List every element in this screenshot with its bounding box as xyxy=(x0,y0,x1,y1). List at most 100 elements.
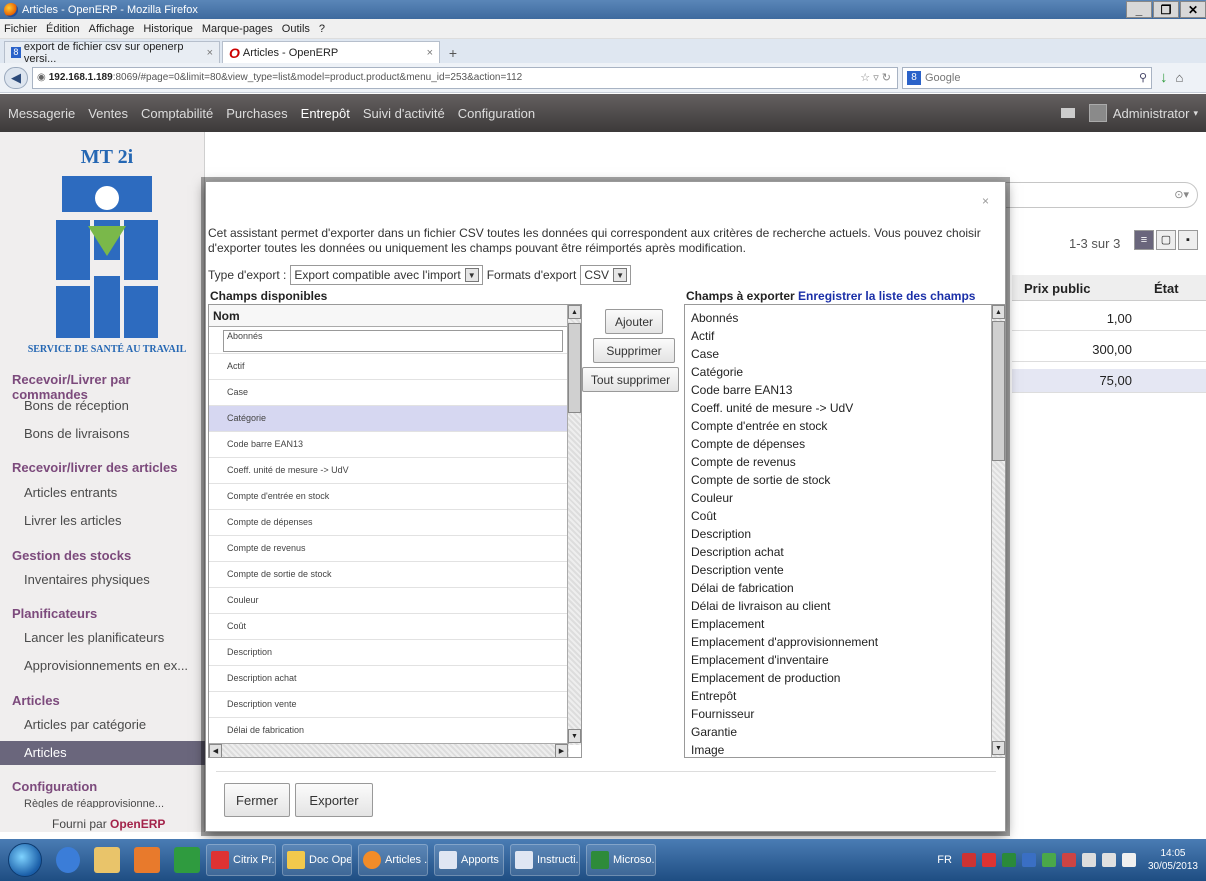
taskbar-item-citrix[interactable]: Citrix Pr... xyxy=(206,844,276,876)
list-item[interactable]: Compte de revenus xyxy=(691,455,796,469)
scroll-down-icon[interactable]: ▼ xyxy=(992,741,1005,755)
taskbar-item-doc[interactable]: Doc Ope... xyxy=(282,844,352,876)
export-fields-scrollbar[interactable]: ▲ ▼ xyxy=(991,305,1005,757)
list-item[interactable]: Code barre EAN13 xyxy=(691,383,792,397)
menu-fichier[interactable]: Fichier xyxy=(4,23,37,35)
sidebar-item-bons-livraisons[interactable]: Bons de livraisons xyxy=(24,426,130,441)
list-item[interactable]: Catégorie xyxy=(209,406,567,432)
available-fields-scrollbar[interactable]: ▲ ▼ xyxy=(567,305,581,745)
user-menu[interactable]: Administrator xyxy=(1113,106,1190,121)
menu-affichage[interactable]: Affichage xyxy=(89,23,135,35)
browser-tab-articles[interactable]: O Articles - OpenERP × xyxy=(222,41,440,63)
list-item[interactable]: Description vente xyxy=(691,563,784,577)
list-item[interactable]: Compte d'entrée en stock xyxy=(209,484,567,510)
kanban-view-button[interactable]: ▪ xyxy=(1178,230,1198,250)
tray-icon[interactable] xyxy=(1041,853,1056,867)
scroll-down-icon[interactable]: ▼ xyxy=(568,729,581,743)
media-player-icon[interactable] xyxy=(134,847,160,873)
search-options-icon[interactable]: ⊙▾ xyxy=(1174,188,1189,201)
volume-icon[interactable] xyxy=(1121,853,1136,867)
menu-aide[interactable]: ? xyxy=(319,23,325,35)
scrollbar-thumb[interactable] xyxy=(568,323,581,413)
sidebar-item-livrer-articles[interactable]: Livrer les articles xyxy=(24,513,122,528)
tray-icon[interactable] xyxy=(961,853,976,867)
list-item[interactable]: Case xyxy=(691,347,719,361)
mail-icon[interactable] xyxy=(1060,108,1075,118)
close-window-button[interactable]: ✕ xyxy=(1180,1,1206,18)
list-item[interactable]: Compte de sortie de stock xyxy=(691,473,830,487)
remove-button[interactable]: Supprimer xyxy=(593,338,675,363)
scroll-right-icon[interactable]: ▶ xyxy=(555,744,568,757)
menu-marque-pages[interactable]: Marque-pages xyxy=(202,23,273,35)
menu-ventes[interactable]: Ventes xyxy=(88,106,128,121)
sidebar-item-lancer-planificateurs[interactable]: Lancer les planificateurs xyxy=(24,630,164,645)
sidebar-item-approvisionnements[interactable]: Approvisionnements en ex... xyxy=(24,658,188,673)
list-item[interactable]: Catégorie xyxy=(691,365,743,379)
list-view-button[interactable]: ≡ xyxy=(1134,230,1154,250)
list-item[interactable]: Case xyxy=(209,380,567,406)
sidebar-item-articles-par-categorie[interactable]: Articles par catégorie xyxy=(24,717,146,732)
language-indicator[interactable]: FR xyxy=(937,854,952,866)
browser-tab-export-csv[interactable]: 8 export de fichier csv sur openerp vers… xyxy=(4,41,220,65)
list-item[interactable]: Abonnés xyxy=(209,328,567,354)
list-item[interactable]: Compte d'entrée en stock xyxy=(691,419,827,433)
bookmark-star-icon[interactable]: ☆ ▿ ↻ xyxy=(860,71,897,84)
export-type-select[interactable]: Export compatible avec l'import ▼ xyxy=(290,265,483,285)
network-icon[interactable] xyxy=(1101,853,1116,867)
list-item[interactable]: Couleur xyxy=(209,588,567,614)
table-row[interactable]: 75,00 xyxy=(1012,369,1206,393)
search-icon[interactable]: ⚲ xyxy=(1139,71,1147,84)
list-item[interactable]: Description achat xyxy=(209,666,567,692)
list-item[interactable]: Compte de sortie de stock xyxy=(209,562,567,588)
export-button[interactable]: Exporter xyxy=(295,783,373,817)
scroll-up-icon[interactable]: ▲ xyxy=(568,305,581,319)
menu-purchases[interactable]: Purchases xyxy=(226,106,287,121)
menu-configuration[interactable]: Configuration xyxy=(458,106,535,121)
list-item[interactable]: Emplacement xyxy=(691,617,764,631)
taskbar-item-articles[interactable]: Articles ... xyxy=(358,844,428,876)
list-item[interactable]: Emplacement d'approvisionnement xyxy=(691,635,878,649)
back-button[interactable]: ◀ xyxy=(4,66,28,89)
list-item[interactable]: Emplacement de production xyxy=(691,671,840,685)
table-row[interactable]: 300,00 xyxy=(1012,338,1206,362)
list-item[interactable]: Description xyxy=(209,640,567,666)
list-item[interactable]: Coût xyxy=(209,614,567,640)
menu-entrepot[interactable]: Entrepôt xyxy=(301,106,350,121)
format-select[interactable]: CSV ▼ xyxy=(580,265,632,285)
scroll-up-icon[interactable]: ▲ xyxy=(992,305,1005,319)
list-item[interactable]: Entrepôt xyxy=(691,689,736,703)
menu-outils[interactable]: Outils xyxy=(282,23,310,35)
available-fields-hscrollbar[interactable]: ◀ ▶ xyxy=(209,743,569,757)
list-item[interactable]: Compte de dépenses xyxy=(691,437,805,451)
chevron-down-icon[interactable]: ▾ xyxy=(1193,108,1198,119)
menu-historique[interactable]: Historique xyxy=(143,23,193,35)
list-item[interactable]: Description xyxy=(691,527,751,541)
list-item[interactable]: Garantie xyxy=(691,725,737,739)
scrollbar-thumb[interactable] xyxy=(992,321,1005,461)
list-item[interactable]: Délai de fabrication xyxy=(691,581,794,595)
list-item[interactable]: Compte de revenus xyxy=(209,536,567,562)
sidebar-item-articles[interactable]: Articles xyxy=(0,741,205,765)
close-tab-icon[interactable]: × xyxy=(207,47,213,59)
form-view-button[interactable]: ▢ xyxy=(1156,230,1176,250)
menu-messagerie[interactable]: Messagerie xyxy=(8,106,75,121)
maximize-button[interactable]: ❐ xyxy=(1153,1,1179,18)
search-input[interactable]: 8 Google ⚲ xyxy=(902,66,1152,89)
list-item[interactable]: Couleur xyxy=(691,491,733,505)
list-item[interactable]: Image xyxy=(691,743,724,757)
list-item[interactable]: Emplacement d'inventaire xyxy=(691,653,829,667)
new-tab-button[interactable]: + xyxy=(442,43,464,63)
app-icon[interactable] xyxy=(174,847,200,873)
list-item[interactable]: Délai de fabrication xyxy=(209,718,567,744)
taskbar-item-apports[interactable]: Apports ... xyxy=(434,844,504,876)
sidebar-item-regles-reappro[interactable]: Règles de réapprovisionne... xyxy=(24,798,164,808)
col-etat[interactable]: État xyxy=(1154,281,1179,296)
close-tab-icon[interactable]: × xyxy=(427,47,433,59)
list-item[interactable]: Délai de livraison au client xyxy=(691,599,830,613)
list-item[interactable]: Coeff. unité de mesure -> UdV xyxy=(209,458,567,484)
list-item[interactable]: Coût xyxy=(691,509,716,523)
list-item[interactable]: Description vente xyxy=(209,692,567,718)
list-item[interactable]: Fournisseur xyxy=(691,707,754,721)
list-item[interactable]: Coeff. unité de mesure -> UdV xyxy=(691,401,853,415)
tray-icon[interactable] xyxy=(1021,853,1036,867)
